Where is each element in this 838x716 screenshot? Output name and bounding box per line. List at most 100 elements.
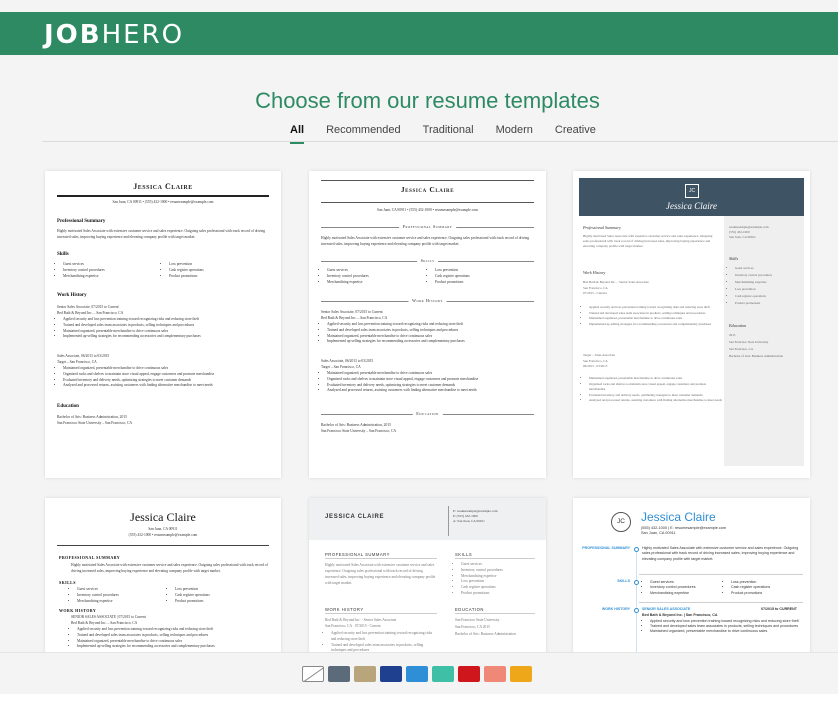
section-divider: Education [321,411,534,417]
education-school: San Francisco State University – San Fra… [57,421,133,425]
swatch-none[interactable] [302,666,324,682]
section-underline [325,613,437,614]
timeline-line [636,548,637,658]
section-heading: PROFESSIONAL SUMMARY [59,555,121,560]
list-item: Applied security and loss prevention tra… [331,631,437,643]
skills-list-left: Guest services Inventory control procedu… [71,587,171,604]
resume-contact: (555) 432-1000 • resumesample@example.co… [128,533,198,537]
summary-text: Highly motivated Sales Associate with ex… [583,234,713,249]
list-item: Merchandising expertise [735,279,801,286]
swatch-color[interactable] [328,666,350,682]
list-item: Applied security and loss prevention tra… [589,305,723,311]
resume-contact: San Juan, CA 00911 • (555) 432-1000 • re… [377,208,478,212]
skills-list-right: Loss prevention Cash register operations… [723,580,803,596]
jobhero-logo[interactable]: JOBHERO [44,20,184,50]
section-underline [455,613,535,614]
monogram: JC [611,512,631,532]
section-underline [325,558,437,559]
swatch-color[interactable] [406,666,428,682]
section-heading: Skills [57,252,69,257]
section-heading: Education [729,323,747,328]
section-heading: Professional Summary [583,225,621,230]
job-bullets: Applied security and loss prevention tra… [325,631,437,654]
job-bullets: Applied security and loss prevention tra… [57,317,272,340]
job-company: Bed Bath & Beyond Inc. | San Francisco, … [642,613,718,617]
section-heading: WORK HISTORY [59,608,97,613]
job-bullets: Applied security and loss prevention tra… [71,627,271,650]
page-title: Choose from our resume templates [255,88,600,113]
section-heading: Skills [729,256,739,261]
summary-text: Highly motivated Sales Associate with ex… [57,229,266,239]
section-divider: Professional Summary [321,224,534,230]
education-school: San Francisco State University – San Fra… [321,429,397,433]
section-heading: PROFESSIONAL SUMMARY [325,552,390,557]
skills-list-left: Guest services Inventory control procedu… [57,262,157,279]
skills-list: Guest services Inventory control procedu… [729,265,801,307]
job-bullets: Applied security and loss prevention tra… [321,322,536,345]
skills-list-right: Loss prevention Cash register operations… [429,268,529,285]
job-title: SENIOR SALES ASSOCIATE [642,607,691,611]
section-heading: WORK HISTORY [601,607,630,611]
summary-text: Highly motivated Sales Associate with ex… [325,563,436,585]
swatch-color[interactable] [432,666,454,682]
list-item: Product promotions [461,591,535,597]
list-item: Inventory control procedures [735,272,801,279]
section-underline [455,558,535,559]
site-header: JOBHERO [0,12,838,55]
resume-name: Jessica Claire [130,510,196,524]
job-header: Bed Bath & Beyond Inc. – Senior Sales As… [583,280,649,296]
job-header: Target – Sales Associate San Francisco, C… [583,353,616,369]
swatch-color[interactable] [458,666,480,682]
header-rule [57,545,269,546]
section-heading: SKILLS [455,552,473,557]
resume-contact: E: resumesample@example.com P: (555) 432-… [453,509,498,523]
list-item: Analyzed and processed returns, assistin… [589,398,723,404]
template-card-6[interactable]: JC Jessica Claire (555) 432-1000 | E: re… [573,498,810,658]
resume-name: JESSICA CLAIRE [325,514,385,520]
sidebar-education: 2015 San Francisco State University San Fr… [729,333,784,358]
swatch-color[interactable] [354,666,376,682]
section-heading: Work History [57,293,87,298]
job-company: Bed Bath & Beyond Inc. – San Francisco, … [71,621,138,625]
section-divider: Work History [321,298,534,304]
template-card-1[interactable]: Jessica Claire San Juan, CA 00911 • (555… [45,171,281,478]
template-card-3[interactable]: JC Jessica Claire Professional Summary H… [573,171,810,478]
list-item: Product promotions [175,599,269,605]
template-card-4[interactable]: Jessica Claire San Juan, CA 00911 (555) … [45,498,281,658]
section-divider [639,602,803,603]
resume-name: Jessica Claire [666,201,717,211]
list-item: Merchandising expertise [77,599,171,605]
section-heading: PROFESSIONAL SUMMARY [582,546,630,550]
swatch-color[interactable] [484,666,506,682]
job-bullets: Maintained organized, presentable mercha… [57,366,272,389]
timeline-dot [634,580,639,585]
section-heading: SKILLS [59,580,76,585]
summary-text: Highly motivated Sales Associate with ex… [642,546,799,561]
section-heading: Professional Summary [57,219,106,224]
job-bullets: Maintained organized, presentable mercha… [583,376,723,404]
resume-name: Jessica Claire [400,185,455,194]
section-heading: Education [57,404,79,409]
template-card-5[interactable]: JESSICA CLAIRE E: resumesample@example.c… [309,498,546,658]
skills-list: Guest services Inventory control procedu… [455,562,535,597]
template-card-2[interactable]: Jessica Claire San Juan, CA 00911 • (555… [309,171,546,478]
list-item: Product promotions [731,591,803,596]
skills-list-left: Guest services Inventory control procedu… [321,268,421,285]
timeline-dot [634,547,639,552]
swatch-color[interactable] [380,666,402,682]
resume-name: Jessica Claire [641,510,716,524]
list-item: Merchandising expertise [650,591,722,596]
section-heading: EDUCATION [455,607,484,612]
resume-contact: (555) 432-1000 | E: resumesample@example… [641,526,727,535]
section-heading: Work History [583,270,606,275]
header-rule [321,202,534,203]
job-bullets: Applied security and loss prevention tra… [642,619,802,634]
header-rule [57,195,269,197]
list-item: Analyzed and processed returns, assistin… [63,383,272,389]
job-company: Bed Bath & Beyond Inc. – San Francisco, … [57,311,124,315]
sidebar-contact: resumesample@example.com (555) 432-1000 Sa… [729,225,769,240]
list-item: Organized racks and shelves to maintain … [589,382,723,393]
bottom-area [0,694,838,716]
list-item: Cash register operations [735,293,801,300]
swatch-color[interactable] [510,666,532,682]
